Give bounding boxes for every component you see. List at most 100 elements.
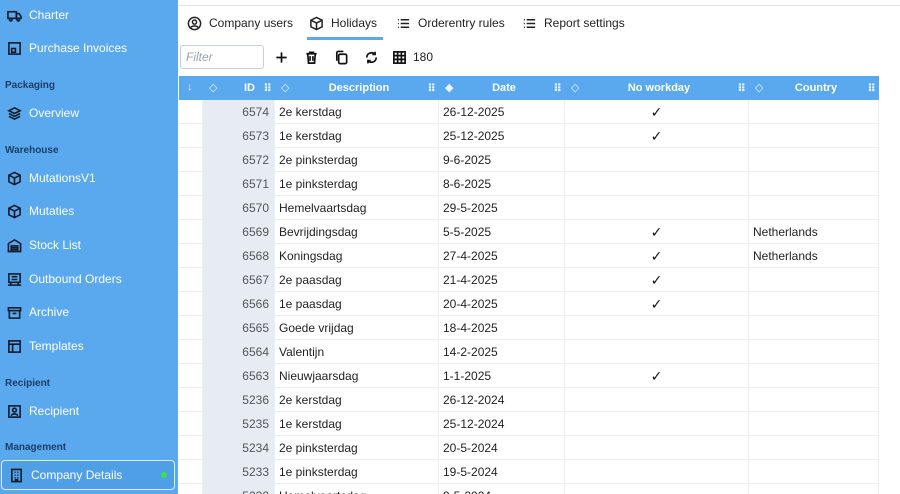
cell-date[interactable]: 19-5-2024 xyxy=(439,460,565,484)
row-select-cell[interactable] xyxy=(179,388,203,412)
row-select-cell[interactable] xyxy=(179,196,203,220)
row-select-cell[interactable] xyxy=(179,484,203,494)
cell-no-workday[interactable]: ✓ xyxy=(565,220,749,244)
sidebar-item-charter[interactable]: Charter xyxy=(0,1,178,29)
cell-date[interactable]: 29-5-2025 xyxy=(439,196,565,220)
cell-date[interactable]: 18-4-2025 xyxy=(439,316,565,340)
cell-no-workday[interactable] xyxy=(565,436,749,460)
cell-description[interactable]: Bevrijdingsdag xyxy=(275,220,439,244)
cell-date[interactable]: 27-4-2025 xyxy=(439,244,565,268)
table-row[interactable]: 6564 Valentijn 14-2-2025 xyxy=(179,340,879,364)
cell-no-workday[interactable]: ✓ xyxy=(565,244,749,268)
sidebar-item-mutationsv1[interactable]: MutationsV1 xyxy=(0,164,178,192)
cell-description[interactable]: 1e pinksterdag xyxy=(275,460,439,484)
cell-country[interactable] xyxy=(749,484,879,494)
cell-date[interactable]: 20-4-2025 xyxy=(439,292,565,316)
cell-date[interactable]: 25-12-2025 xyxy=(439,124,565,148)
row-select-cell[interactable] xyxy=(179,244,203,268)
row-select-cell[interactable] xyxy=(179,292,203,316)
table-row[interactable]: 5235 1e kerstdag 25-12-2024 xyxy=(179,412,879,436)
copy-button[interactable] xyxy=(331,47,351,67)
add-button[interactable] xyxy=(271,47,291,67)
cell-description[interactable]: Nieuwjaarsdag xyxy=(275,364,439,388)
select-all-header[interactable]: ↓ xyxy=(179,76,203,100)
cell-no-workday[interactable]: ✓ xyxy=(565,364,749,388)
cell-no-workday[interactable] xyxy=(565,340,749,364)
cell-description[interactable]: Koningsdag xyxy=(275,244,439,268)
cell-no-workday[interactable]: ✓ xyxy=(565,268,749,292)
sidebar-item-templates[interactable]: Templates xyxy=(0,332,178,360)
cell-country[interactable] xyxy=(749,412,879,436)
table-row[interactable]: 6567 2e paasdag 21-4-2025 ✓ xyxy=(179,268,879,292)
table-row[interactable]: 6571 1e pinksterdag 8-6-2025 xyxy=(179,172,879,196)
cell-no-workday[interactable] xyxy=(565,196,749,220)
cell-description[interactable]: Goede vrijdag xyxy=(275,316,439,340)
column-grip-icon[interactable]: ⠿ xyxy=(263,82,272,95)
column-header-id[interactable]: ◇ ID ⠿ xyxy=(203,76,275,100)
table-row[interactable]: 6563 Nieuwjaarsdag 1-1-2025 ✓ xyxy=(179,364,879,388)
cell-date[interactable]: 21-4-2025 xyxy=(439,268,565,292)
column-header-description[interactable]: ◇ Description ⠿ xyxy=(275,76,439,100)
row-select-cell[interactable] xyxy=(179,364,203,388)
tab-report-settings[interactable]: Report settings xyxy=(522,8,625,38)
cell-description[interactable]: 2e kerstdag xyxy=(275,388,439,412)
cell-date[interactable]: 5-5-2025 xyxy=(439,220,565,244)
table-row[interactable]: 6568 Koningsdag 27-4-2025 ✓ Netherlands xyxy=(179,244,879,268)
table-row[interactable]: 6566 1e paasdag 20-4-2025 ✓ xyxy=(179,292,879,316)
table-row[interactable]: 6569 Bevrijdingsdag 5-5-2025 ✓ Netherlands xyxy=(179,220,879,244)
sidebar-item-overview[interactable]: Overview xyxy=(0,99,178,127)
row-select-cell[interactable] xyxy=(179,316,203,340)
cell-description[interactable]: 1e kerstdag xyxy=(275,412,439,436)
cell-no-workday[interactable]: ✓ xyxy=(565,124,749,148)
cell-date[interactable]: 9-5-2024 xyxy=(439,484,565,494)
cell-no-workday[interactable] xyxy=(565,388,749,412)
row-select-cell[interactable] xyxy=(179,268,203,292)
cell-description[interactable]: Hemelvaartsdag xyxy=(275,484,439,494)
cell-country[interactable] xyxy=(749,100,879,124)
cell-date[interactable]: 20-5-2024 xyxy=(439,436,565,460)
cell-description[interactable]: Hemelvaartsdag xyxy=(275,196,439,220)
column-grip-icon[interactable]: ⠿ xyxy=(427,82,436,95)
table-row[interactable]: 6573 1e kerstdag 25-12-2025 ✓ xyxy=(179,124,879,148)
cell-country[interactable]: Netherlands xyxy=(749,244,879,268)
column-header-date[interactable]: ◆ Date ⠿ xyxy=(439,76,565,100)
table-row[interactable]: 6574 2e kerstdag 26-12-2025 ✓ xyxy=(179,100,879,124)
cell-country[interactable] xyxy=(749,460,879,484)
cell-country[interactable] xyxy=(749,124,879,148)
cell-country[interactable] xyxy=(749,388,879,412)
table-row[interactable]: 6570 Hemelvaartsdag 29-5-2025 xyxy=(179,196,879,220)
table-row[interactable]: 6572 2e pinksterdag 9-6-2025 xyxy=(179,148,879,172)
cell-date[interactable]: 26-12-2025 xyxy=(439,100,565,124)
table-row[interactable]: 5236 2e kerstdag 26-12-2024 xyxy=(179,388,879,412)
tab-orderentry-rules[interactable]: Orderentry rules xyxy=(396,8,505,38)
cell-description[interactable]: 2e kerstdag xyxy=(275,100,439,124)
sidebar-item-stock-list[interactable]: Stock List xyxy=(0,231,178,259)
row-select-cell[interactable] xyxy=(179,220,203,244)
cell-description[interactable]: 1e paasdag xyxy=(275,292,439,316)
cell-country[interactable] xyxy=(749,268,879,292)
tab-holidays[interactable]: Holidays xyxy=(306,8,384,40)
cell-no-workday[interactable] xyxy=(565,412,749,436)
cell-country[interactable] xyxy=(749,316,879,340)
row-select-cell[interactable] xyxy=(179,148,203,172)
table-row[interactable]: 5232Hemelvaartsdag9-5-2024 xyxy=(179,484,879,494)
column-grip-icon[interactable]: ⠿ xyxy=(737,82,746,95)
row-select-cell[interactable] xyxy=(179,172,203,196)
cell-description[interactable]: 1e kerstdag xyxy=(275,124,439,148)
cell-no-workday[interactable]: ✓ xyxy=(565,100,749,124)
cell-country[interactable] xyxy=(749,196,879,220)
cell-no-workday[interactable]: ✓ xyxy=(565,292,749,316)
table-row[interactable]: 5233 1e pinksterdag 19-5-2024 xyxy=(179,460,879,484)
column-header-no-workday[interactable]: ◇ No workday ⠿ xyxy=(565,76,749,100)
cell-country[interactable] xyxy=(749,292,879,316)
refresh-button[interactable] xyxy=(361,47,381,67)
cell-no-workday[interactable] xyxy=(565,484,749,494)
cell-no-workday[interactable] xyxy=(565,148,749,172)
delete-button[interactable] xyxy=(301,47,321,67)
column-header-country[interactable]: ◇ Country ⠿ xyxy=(749,76,879,100)
sidebar-item-purchase-invoices[interactable]: Purchase Invoices xyxy=(0,34,178,62)
cell-country[interactable]: Netherlands xyxy=(749,220,879,244)
column-grip-icon[interactable]: ⠿ xyxy=(867,82,876,95)
cell-no-workday[interactable] xyxy=(565,460,749,484)
sidebar-item-mutaties[interactable]: Mutaties xyxy=(0,197,178,225)
